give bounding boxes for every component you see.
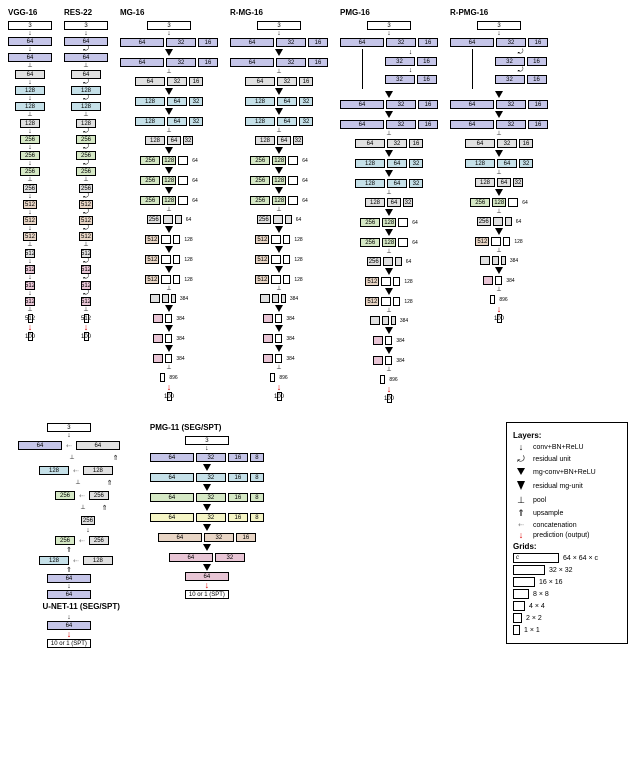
legend-box: Layers: ↓conv+BN+ReLU ⤾residual unit mg-… [506,422,628,644]
res-column: RES-22 3 ↓ 64 ⤾ 64 ⊥ 64 ⤾ 128 ⤾ 128 ⊥ 12… [64,8,108,341]
mg-title: MG-16 [120,8,144,17]
resmg-legend-icon [513,480,529,493]
res-title: RES-22 [64,8,92,17]
mg-arrow [165,49,173,56]
vgg-column: VGG-16 3 ↓ 64 ↓ 64 ⊥ 64 ↓ 128 ↓ 128 ⊥ 12… [8,8,52,341]
pool-legend-icon: ⊥ [513,495,529,506]
vgg-title: VGG-16 [8,8,37,17]
rpmg-column: R-PMG-16 3 ↓ 643216 ⤾3216⤾3216 643216 64… [450,8,548,323]
legend-grids-title: Grids: [513,542,621,551]
grid-8-icon [513,589,529,599]
pool-icon: ⊥ [27,63,32,69]
pmg-title: PMG-16 [340,8,370,17]
rmg-title: R-MG-16 [230,8,263,17]
mg-column: MG-16 3 ↓ 643216 643216 ⊥ 643216 1286432… [120,8,218,401]
architecture-diagram: VGG-16 3 ↓ 64 ↓ 64 ⊥ 64 ↓ 128 ↓ 128 ⊥ 12… [8,8,632,648]
rpmg-title: R-PMG-16 [450,8,488,17]
grid-4-icon [513,601,525,611]
output-block: 100 [28,332,33,341]
pmg11-column: PMG-11 (SEG/SPT) 3 ↓ 6432168 6432168 643… [150,423,264,599]
conv-block: 64 [8,37,52,46]
pmg11-title: PMG-11 (SEG/SPT) [150,423,222,432]
residual-legend-icon: ⤾ [513,454,529,465]
mgconv-legend-icon [513,467,529,478]
legend-layers-title: Layers: [513,431,621,440]
pmg11-output: 10 or 1 (SPT) [185,590,229,599]
prediction-arrow: ↓ [28,323,33,332]
concat-icon: ⇠ [66,442,72,450]
unet-column: 3 ↓ 64⇠64 ⊥⇑ 128⇠128 ⊥⇑ 256⇠256 ⊥⇑ 256 ↓… [18,423,120,648]
grid-1-icon [513,625,520,635]
unet-title: U-NET-11 (SEG/SPT) [43,602,120,611]
grid-64-icon: c [513,553,559,563]
grid-16-icon [513,577,535,587]
unet-output: 10 or 1 (SPT) [47,639,91,648]
conv-legend-icon: ↓ [513,442,529,452]
grid-2-icon [513,613,522,623]
input-block: 3 [8,21,52,30]
resmg-arrow [275,49,283,56]
upsample-icon: ⇑ [113,455,119,462]
rmg-column: R-MG-16 3 ↓ 643216 643216 ⊥ 643216 12864… [230,8,328,401]
upsample-legend-icon: ⇑ [513,508,529,519]
grid-32-icon [513,565,545,575]
concat-legend-icon: ⇠ [513,521,529,529]
pred-legend-icon: ↓ [513,531,529,540]
conv-arrow: ↓ [28,30,32,37]
pmg-column: PMG-16 3 ↓ 643216 ↓3216↓3216 643216 6432… [340,8,438,403]
